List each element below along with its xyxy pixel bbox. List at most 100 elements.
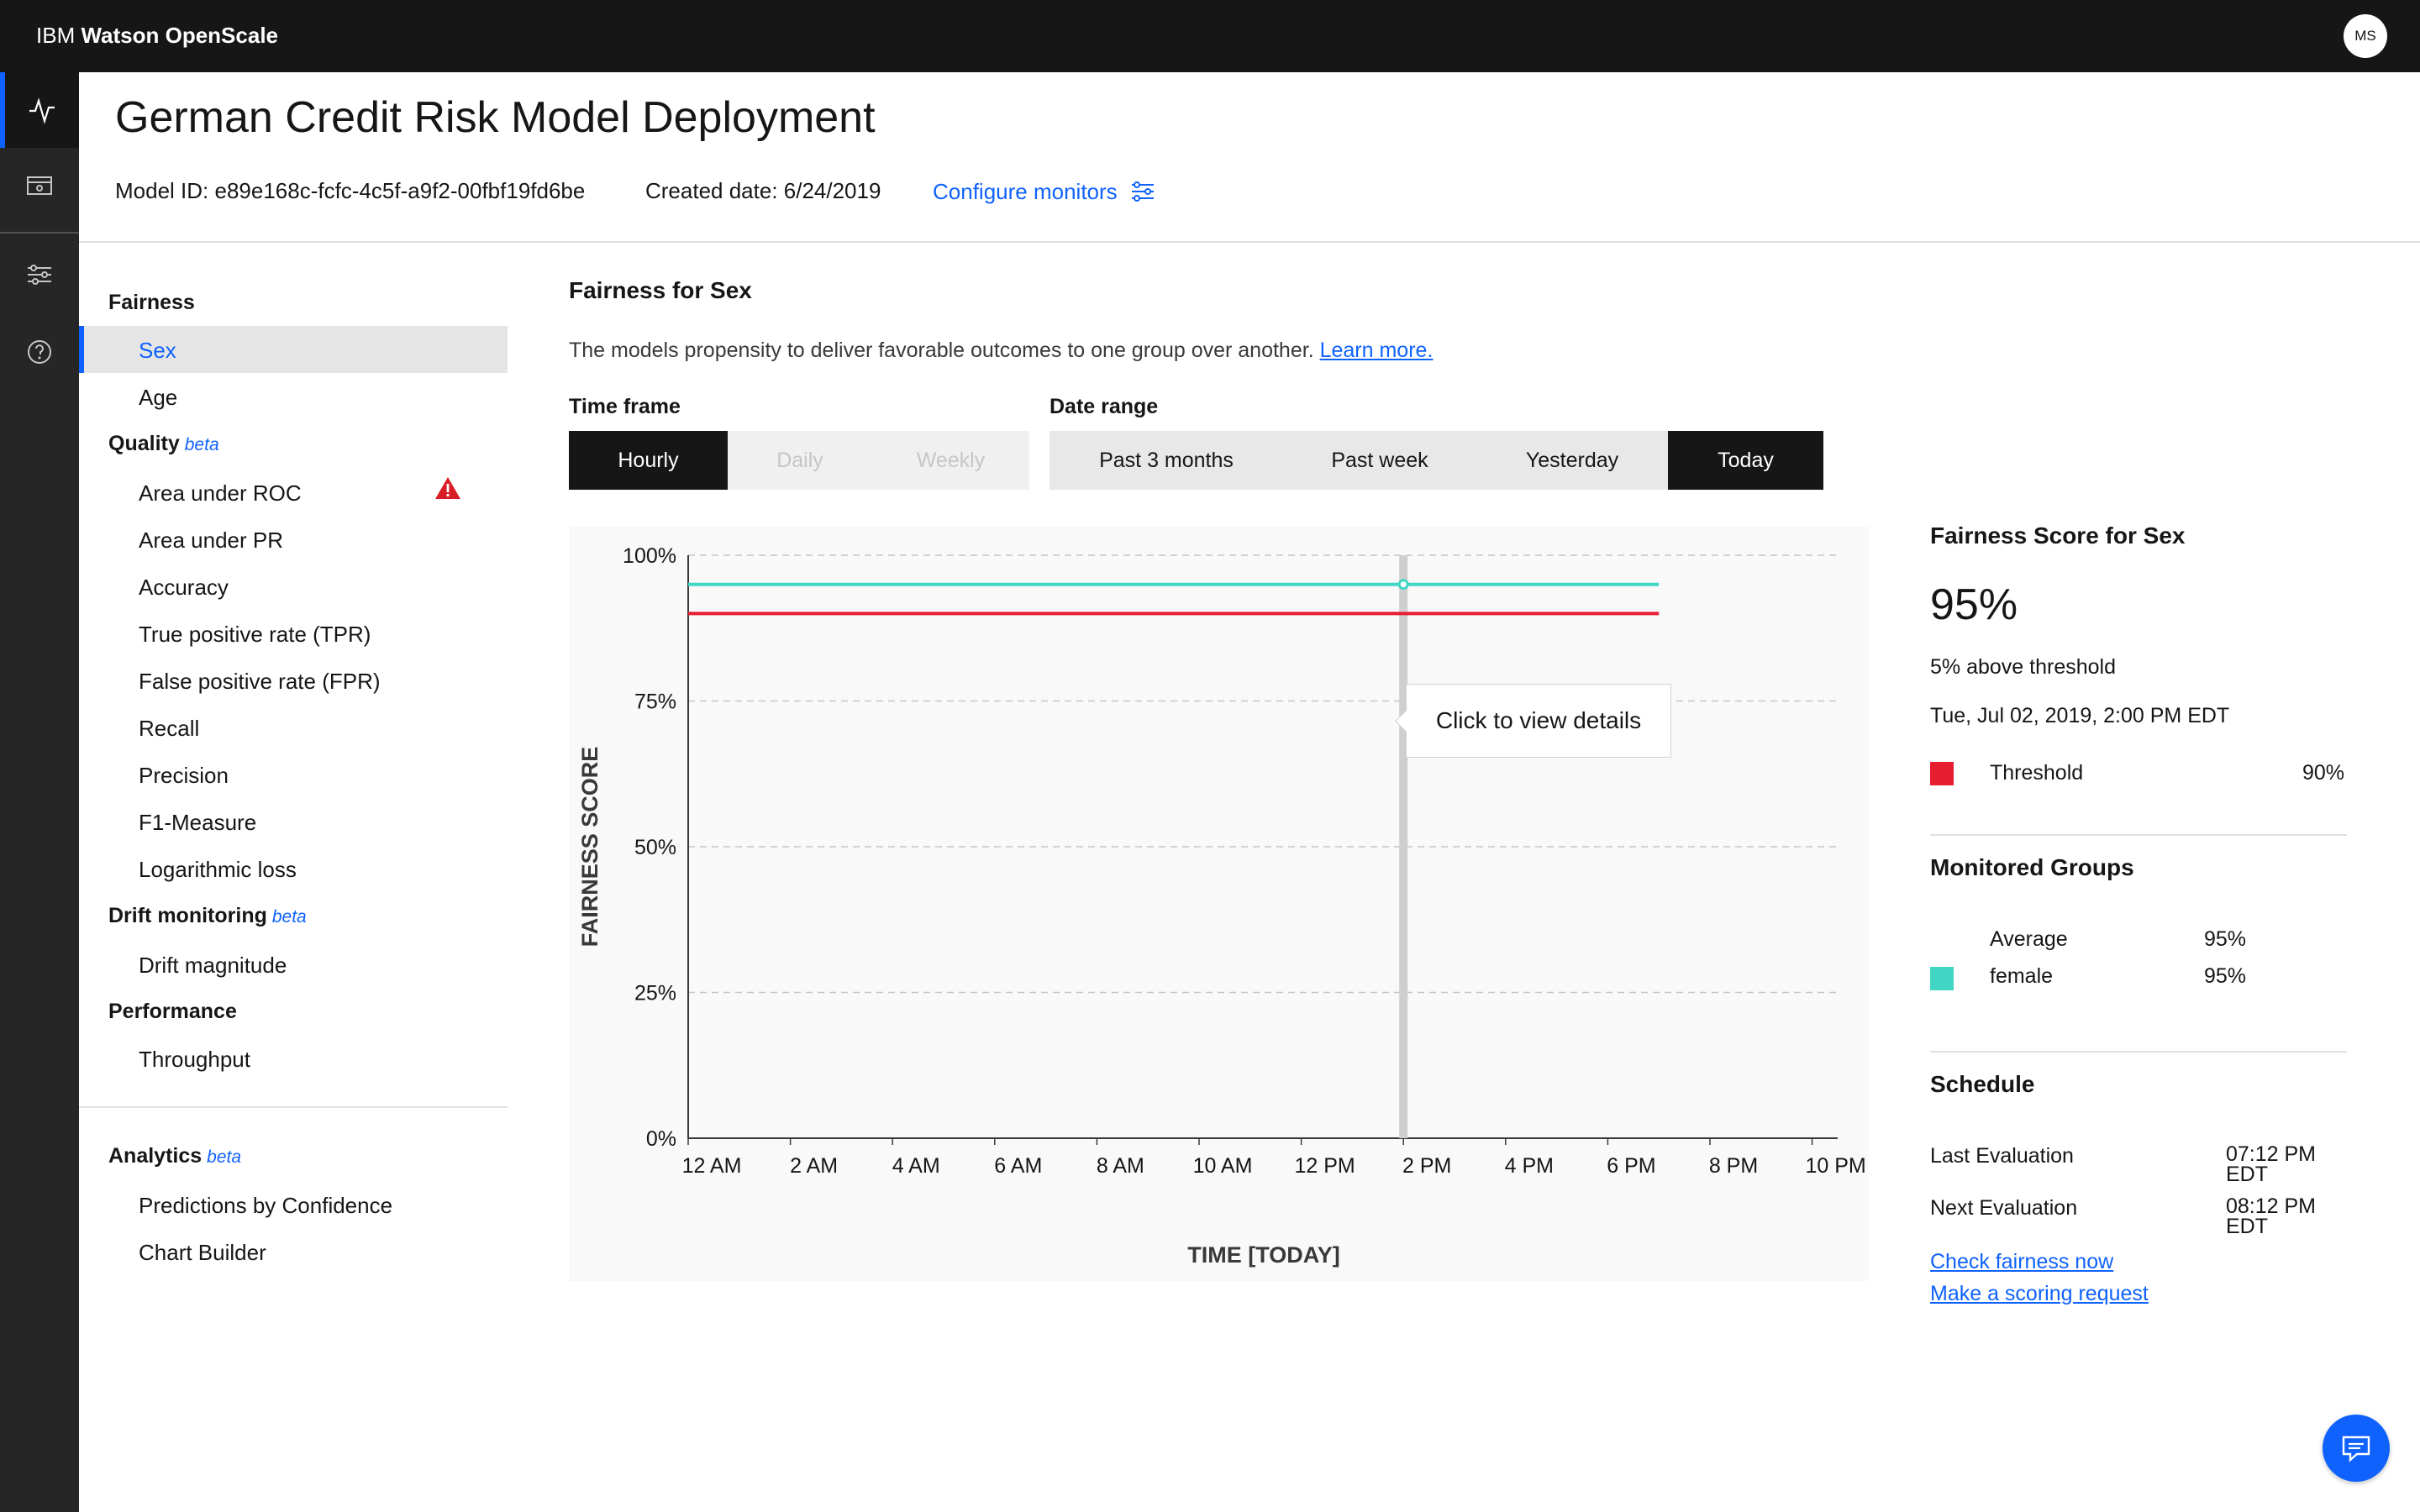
section-description: The models propensity to deliver favorab… [569,339,1433,363]
nav-item-age[interactable]: Age [139,385,177,411]
last-evaluation-time-value: 07:12 PM [2226,1142,2317,1166]
threshold-value: 90% [2302,761,2345,785]
nav-section-quality-label: Quality [108,432,180,455]
learn-more-link[interactable]: Learn more. [1320,339,1434,362]
beta-badge: beta [207,1147,242,1167]
brand-name: Watson OpenScale [81,23,279,48]
nav-section-analytics: Analytics beta [108,1144,241,1168]
nav-section-quality: Quality beta [108,432,219,456]
nav-item-sex[interactable]: Sex [139,338,176,364]
groups-title: Monitored Groups [1930,854,2134,880]
daterange-yesterday[interactable]: Yesterday [1476,431,1668,490]
group-female-value: 95% [2204,964,2247,988]
chart-tooltip[interactable]: Click to view details [1406,684,1671,758]
schedule-title: Schedule [1930,1071,2035,1097]
y-tick-label: 25% [634,982,676,1005]
x-tick-label: 6 AM [994,1154,1042,1178]
x-tick-label: 12 PM [1294,1154,1355,1178]
nav-item-throughput[interactable]: Throughput [139,1047,250,1073]
rail-insights-button[interactable] [0,72,79,148]
nav-item-logarithmic-loss[interactable]: Logarithmic loss [139,857,297,883]
daterange-past-3-months[interactable]: Past 3 months [1050,431,1283,490]
settings-sliders-icon [28,265,51,285]
nav-section-analytics-label: Analytics [108,1144,203,1168]
selected-point [1397,579,1409,591]
nav-section-fairness: Fairness [108,291,195,314]
group-female-label: female [1990,964,2054,988]
page-title: German Credit Risk Model Deployment [115,93,876,142]
next-evaluation-time: 08:12 PM EDT [2226,1194,2317,1238]
fairness-chart-svg: 0% 25% 50% 75% 100% 12 AM 2 AM 4 AM 6 AM 8 AM 10 A… [577,544,1866,1268]
rail-divider [0,232,79,234]
daterange-today[interactable]: Today [1668,431,1823,490]
threshold-swatch [1930,762,1954,785]
nav-item-recall[interactable]: Recall [139,716,199,742]
x-tick-label: 10 PM [1805,1154,1865,1178]
selection-band [1399,555,1408,1138]
configure-monitors-label: Configure monitors [933,178,1118,204]
last-evaluation-label: Last Evaluation [1930,1144,2074,1168]
nav-section-drift: Drift monitoring beta [108,904,307,928]
chat-icon [2342,1436,2370,1462]
group-average-value: 95% [2204,927,2247,951]
nav-item-chart-builder[interactable]: Chart Builder [139,1240,266,1266]
nav-item-area-under-pr[interactable]: Area under PR [139,528,283,554]
beta-badge: beta [271,907,307,927]
nav-divider [79,1106,508,1108]
timeframe-switcher: Hourly Daily Weekly [569,431,1029,490]
y-tick-label: 50% [634,836,676,859]
next-evaluation-time-value: 08:12 PM [2226,1194,2317,1218]
configure-monitors-link[interactable]: Configure monitors [933,178,1156,205]
nav-item-tpr[interactable]: True positive rate (TPR) [139,622,371,648]
timeframe-hourly[interactable]: Hourly [569,431,728,490]
x-tick-label: 8 AM [1097,1154,1144,1178]
user-avatar[interactable]: MS [2344,14,2387,58]
score-title: Fairness Score for Sex [1930,522,2186,549]
nav-item-f1-measure[interactable]: F1-Measure [139,810,256,836]
nav-item-area-under-roc[interactable]: Area under ROC [139,480,302,507]
y-axis-label: FAIRNESS SCORE [577,747,602,948]
timeframe-daily[interactable]: Daily [728,431,872,490]
make-scoring-request-link[interactable]: Make a scoring request [1930,1282,2149,1306]
x-tick-label: 4 PM [1505,1154,1554,1178]
daterange-label: Date range [1050,395,1159,418]
rail-help-button[interactable] [0,314,79,390]
app-brand[interactable]: IBM Watson OpenScale [36,23,278,49]
panel-divider [1930,834,2347,836]
nav-item-drift-magnitude[interactable]: Drift magnitude [139,953,287,979]
x-tick-label: 8 PM [1709,1154,1758,1178]
check-fairness-now-link[interactable]: Check fairness now [1930,1250,2113,1274]
daterange-past-week[interactable]: Past week [1283,431,1476,490]
x-axis-label: TIME [TODAY] [1187,1242,1340,1268]
configure-sliders-icon [1131,181,1154,202]
rail-deployment-button[interactable] [0,148,79,223]
timeframe-weekly[interactable]: Weekly [872,431,1029,490]
fairness-chart[interactable]: 0% 25% 50% 75% 100% 12 AM 2 AM 4 AM 6 AM 8 AM 10 A… [569,527,1869,1281]
x-tick-label: 10 AM [1193,1154,1253,1178]
nav-item-accuracy[interactable]: Accuracy [139,575,229,601]
model-id: Model ID: e89e168c-fcfc-4c5f-a9f2-00fbf1… [115,178,586,203]
rail-configure-button[interactable] [0,237,79,312]
nav-item-precision[interactable]: Precision [139,763,229,789]
y-tick-label: 0% [646,1127,676,1151]
nav-item-predictions-by-confidence[interactable]: Predictions by Confidence [139,1193,392,1219]
nav-section-drift-label: Drift monitoring [108,904,267,927]
deployment-icon [27,176,52,195]
daterange-switcher: Past 3 months Past week Yesterday Today [1050,431,1823,490]
chat-button[interactable] [2323,1415,2390,1482]
activity-icon [29,97,55,124]
next-evaluation-timezone: EDT [2226,1215,2268,1238]
description-text: The models propensity to deliver favorab… [569,339,1314,362]
next-evaluation-label: Next Evaluation [1930,1196,2078,1220]
top-bar: IBM Watson OpenScale MS [0,0,2420,72]
x-tick-label: 6 PM [1607,1154,1655,1178]
created-date: Created date: 6/24/2019 [645,178,881,203]
score-value: 95% [1930,580,2018,629]
nav-item-fpr[interactable]: False positive rate (FPR) [139,669,381,695]
last-evaluation-time: 07:12 PM EDT [2226,1142,2317,1185]
brand-prefix: IBM [36,23,76,48]
score-timestamp: Tue, Jul 02, 2019, 2:00 PM EDT [1930,704,2230,727]
group-female-swatch [1930,967,1954,990]
y-tick-label: 100% [623,544,676,568]
x-tick-label: 12 AM [682,1154,742,1178]
